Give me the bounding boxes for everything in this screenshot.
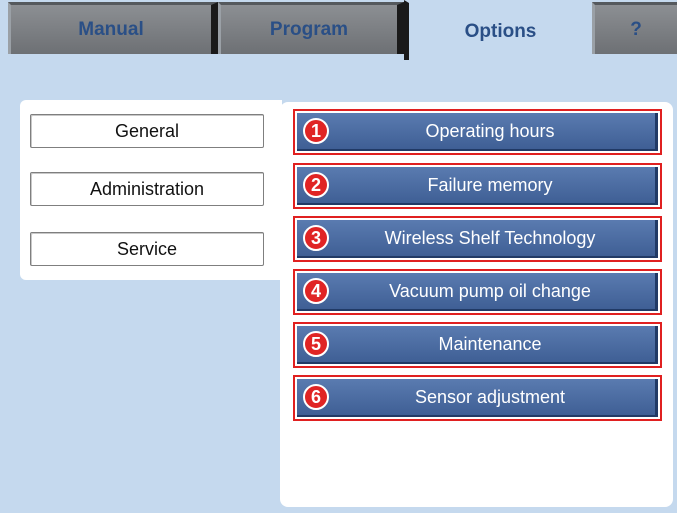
number-badge: 6: [303, 384, 329, 410]
menu-service-label: Service: [116, 238, 178, 259]
tab-help[interactable]: ?: [592, 2, 677, 54]
menu-general-button[interactable]: General: [30, 114, 264, 148]
service-button-label: Maintenance: [438, 333, 542, 354]
tab-help-label: ?: [630, 18, 642, 40]
tab-options[interactable]: Options: [404, 0, 592, 60]
service-button-label: Sensor adjustment: [414, 386, 566, 407]
sensor-adjustment-button[interactable]: 6 Sensor adjustment: [293, 375, 662, 421]
service-button-label: Wireless Shelf Technology: [384, 227, 596, 248]
number-badge: 3: [303, 225, 329, 251]
number-badge: 1: [303, 118, 329, 144]
tab-manual-label: Manual: [78, 18, 144, 40]
wireless-shelf-technology-button[interactable]: 3 Wireless Shelf Technology: [293, 216, 662, 262]
failure-memory-button[interactable]: 2 Failure memory: [293, 163, 662, 209]
tab-manual[interactable]: Manual: [8, 2, 218, 54]
service-button-face: 3 Wireless Shelf Technology: [297, 220, 658, 258]
service-button-face: 4 Vacuum pump oil change: [297, 273, 658, 311]
service-button-label: Operating hours: [425, 120, 555, 141]
service-button-face: 6 Sensor adjustment: [297, 379, 658, 417]
menu-administration-button[interactable]: Administration: [30, 172, 264, 206]
maintenance-button[interactable]: 5 Maintenance: [293, 322, 662, 368]
service-button-face: 2 Failure memory: [297, 167, 658, 205]
tab-program-label: Program: [269, 18, 349, 40]
service-button-label: Failure memory: [427, 174, 553, 195]
service-button-face: 1 Operating hours: [297, 113, 658, 151]
number-badge: 4: [303, 278, 329, 304]
tab-options-label: Options: [464, 20, 537, 42]
menu-service-button[interactable]: Service: [30, 232, 264, 266]
number-badge: 5: [303, 331, 329, 357]
vacuum-pump-oil-change-button[interactable]: 4 Vacuum pump oil change: [293, 269, 662, 315]
service-button-label: Vacuum pump oil change: [389, 280, 591, 301]
tab-program[interactable]: Program: [218, 2, 404, 54]
service-button-face: 5 Maintenance: [297, 326, 658, 364]
tab-bar: Manual Program Options ?: [0, 0, 677, 60]
options-screen: Manual Program Options ? General Adminis…: [0, 0, 677, 513]
menu-general-label: General: [114, 120, 180, 141]
number-badge: 2: [303, 172, 329, 198]
menu-administration-label: Administration: [89, 178, 205, 199]
operating-hours-button[interactable]: 1 Operating hours: [293, 109, 662, 155]
